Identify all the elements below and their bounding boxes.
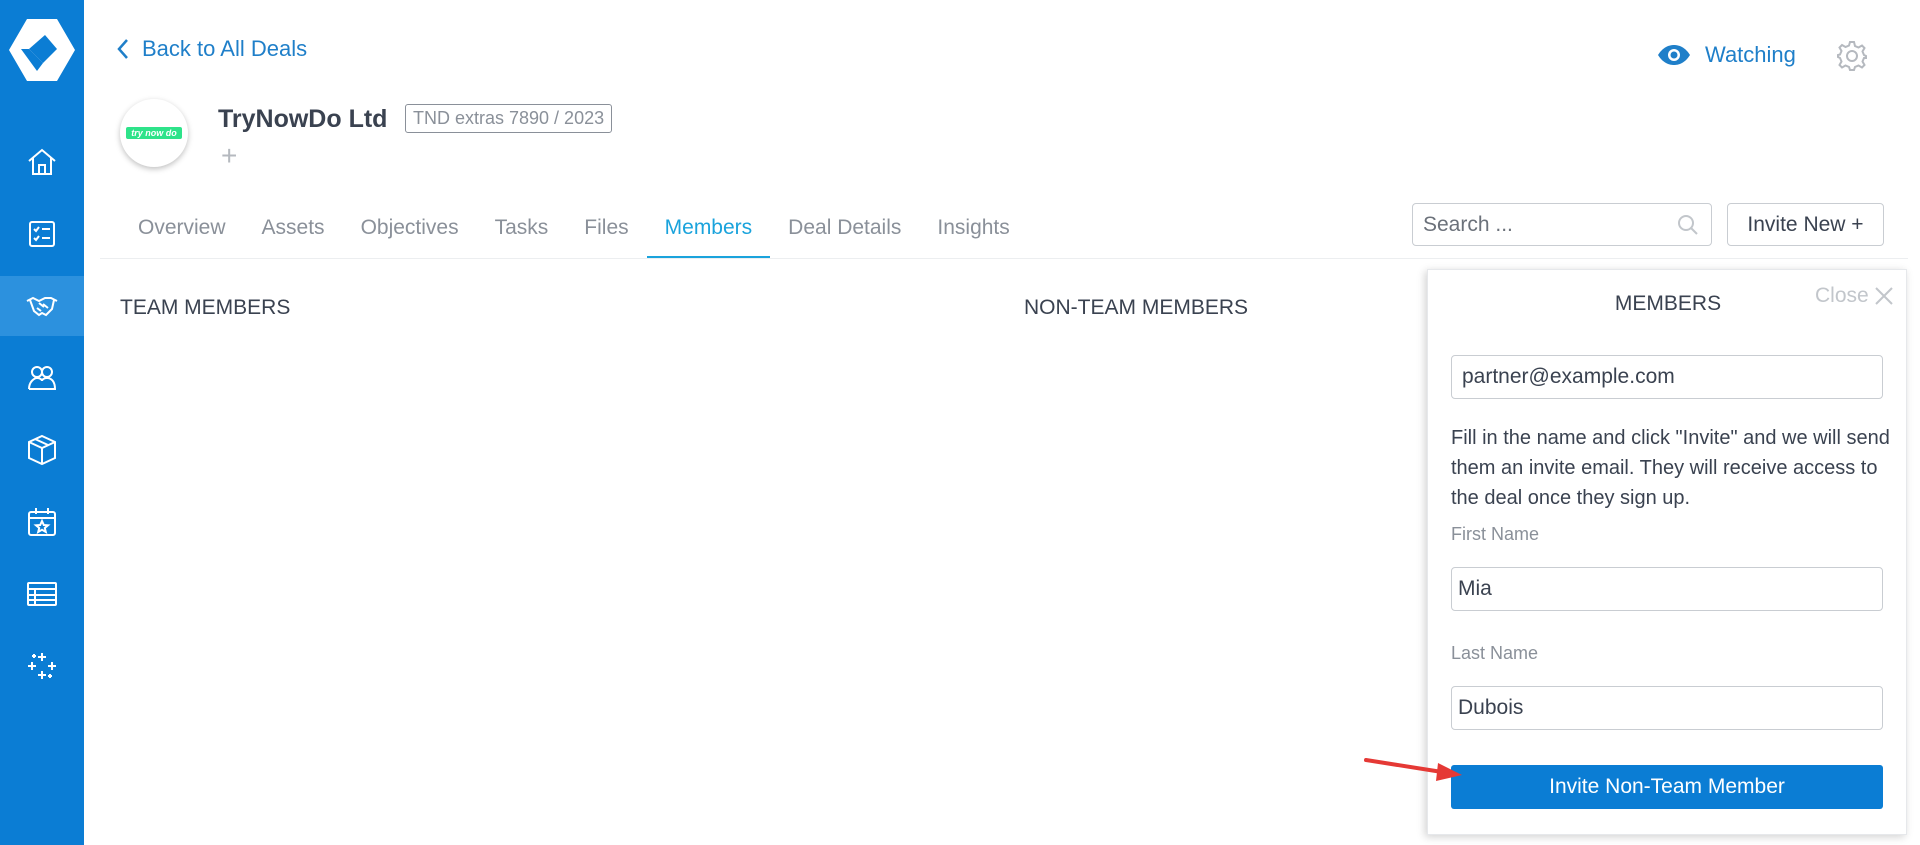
search-icon[interactable] [1677, 214, 1699, 236]
panel-close-label: Close [1815, 284, 1869, 307]
tab-insights[interactable]: Insights [919, 210, 1027, 258]
table-icon [27, 582, 57, 606]
search-input[interactable] [1423, 212, 1663, 237]
panel-close-button[interactable]: Close [1815, 284, 1895, 308]
watching-label: Watching [1705, 42, 1796, 67]
first-name-field[interactable] [1451, 567, 1883, 611]
add-tag-button[interactable]: + [221, 142, 237, 170]
tab-overview[interactable]: Overview [120, 210, 244, 258]
gear-icon[interactable] [1836, 40, 1868, 72]
sidebar-item-reports[interactable] [0, 564, 84, 624]
close-icon [1874, 287, 1893, 305]
tab-divider [100, 258, 1908, 259]
deal-tag: TND extras 7890 / 2023 [405, 104, 613, 133]
members-panel: MEMBERS Close Fill in the name and click… [1427, 269, 1907, 835]
home-icon [28, 148, 56, 175]
sidebar [0, 0, 84, 845]
tab-objectives[interactable]: Objectives [343, 210, 477, 258]
watching-toggle[interactable]: Watching [1657, 42, 1796, 68]
company-name: TryNowDo Ltd [218, 105, 388, 133]
sidebar-item-insights[interactable] [0, 636, 84, 696]
box-icon [28, 434, 56, 466]
sparkles-icon [28, 653, 56, 679]
last-name-label: Last Name [1451, 643, 1539, 663]
sidebar-item-deals[interactable] [0, 276, 84, 336]
invite-help-text: Fill in the name and click "Invite" and … [1451, 427, 1890, 509]
sidebar-item-home[interactable] [0, 132, 84, 192]
invite-new-button[interactable]: Invite New + [1727, 203, 1884, 246]
eye-icon [1658, 45, 1690, 65]
tab-files[interactable]: Files [566, 210, 646, 258]
last-name-field[interactable] [1451, 686, 1883, 730]
deal-tabs: Overview Assets Objectives Tasks Files M… [120, 210, 1028, 258]
back-link-label: Back to All Deals [142, 36, 308, 61]
tab-deal-details[interactable]: Deal Details [770, 210, 919, 258]
tab-members[interactable]: Members [646, 210, 771, 258]
checklist-icon [29, 221, 55, 247]
sidebar-item-calendar[interactable] [0, 492, 84, 552]
email-field[interactable] [1451, 355, 1883, 399]
company-logo-text: try now do [126, 127, 182, 139]
tab-tasks[interactable]: Tasks [477, 210, 567, 258]
sidebar-item-contacts[interactable] [0, 348, 84, 408]
team-members-heading: TEAM MEMBERS [120, 296, 291, 319]
non-team-members-heading: NON-TEAM MEMBERS [1024, 296, 1249, 319]
tab-assets[interactable]: Assets [244, 210, 343, 258]
chevron-left-icon [117, 39, 128, 59]
company-logo: try now do [120, 99, 188, 167]
annotation-arrow-icon [1364, 758, 1462, 781]
sidebar-item-tasks[interactable] [0, 204, 84, 264]
first-name-label: First Name [1451, 524, 1540, 544]
search-box [1412, 203, 1712, 246]
calendar-star-icon [28, 508, 56, 536]
handshake-icon [26, 296, 58, 317]
app-logo-icon[interactable] [7, 17, 77, 83]
invite-non-team-member-button[interactable]: Invite Non-Team Member [1451, 765, 1883, 809]
sidebar-item-assets[interactable] [0, 420, 84, 480]
people-icon [28, 366, 57, 390]
back-to-deals-link[interactable]: Back to All Deals [116, 36, 307, 62]
